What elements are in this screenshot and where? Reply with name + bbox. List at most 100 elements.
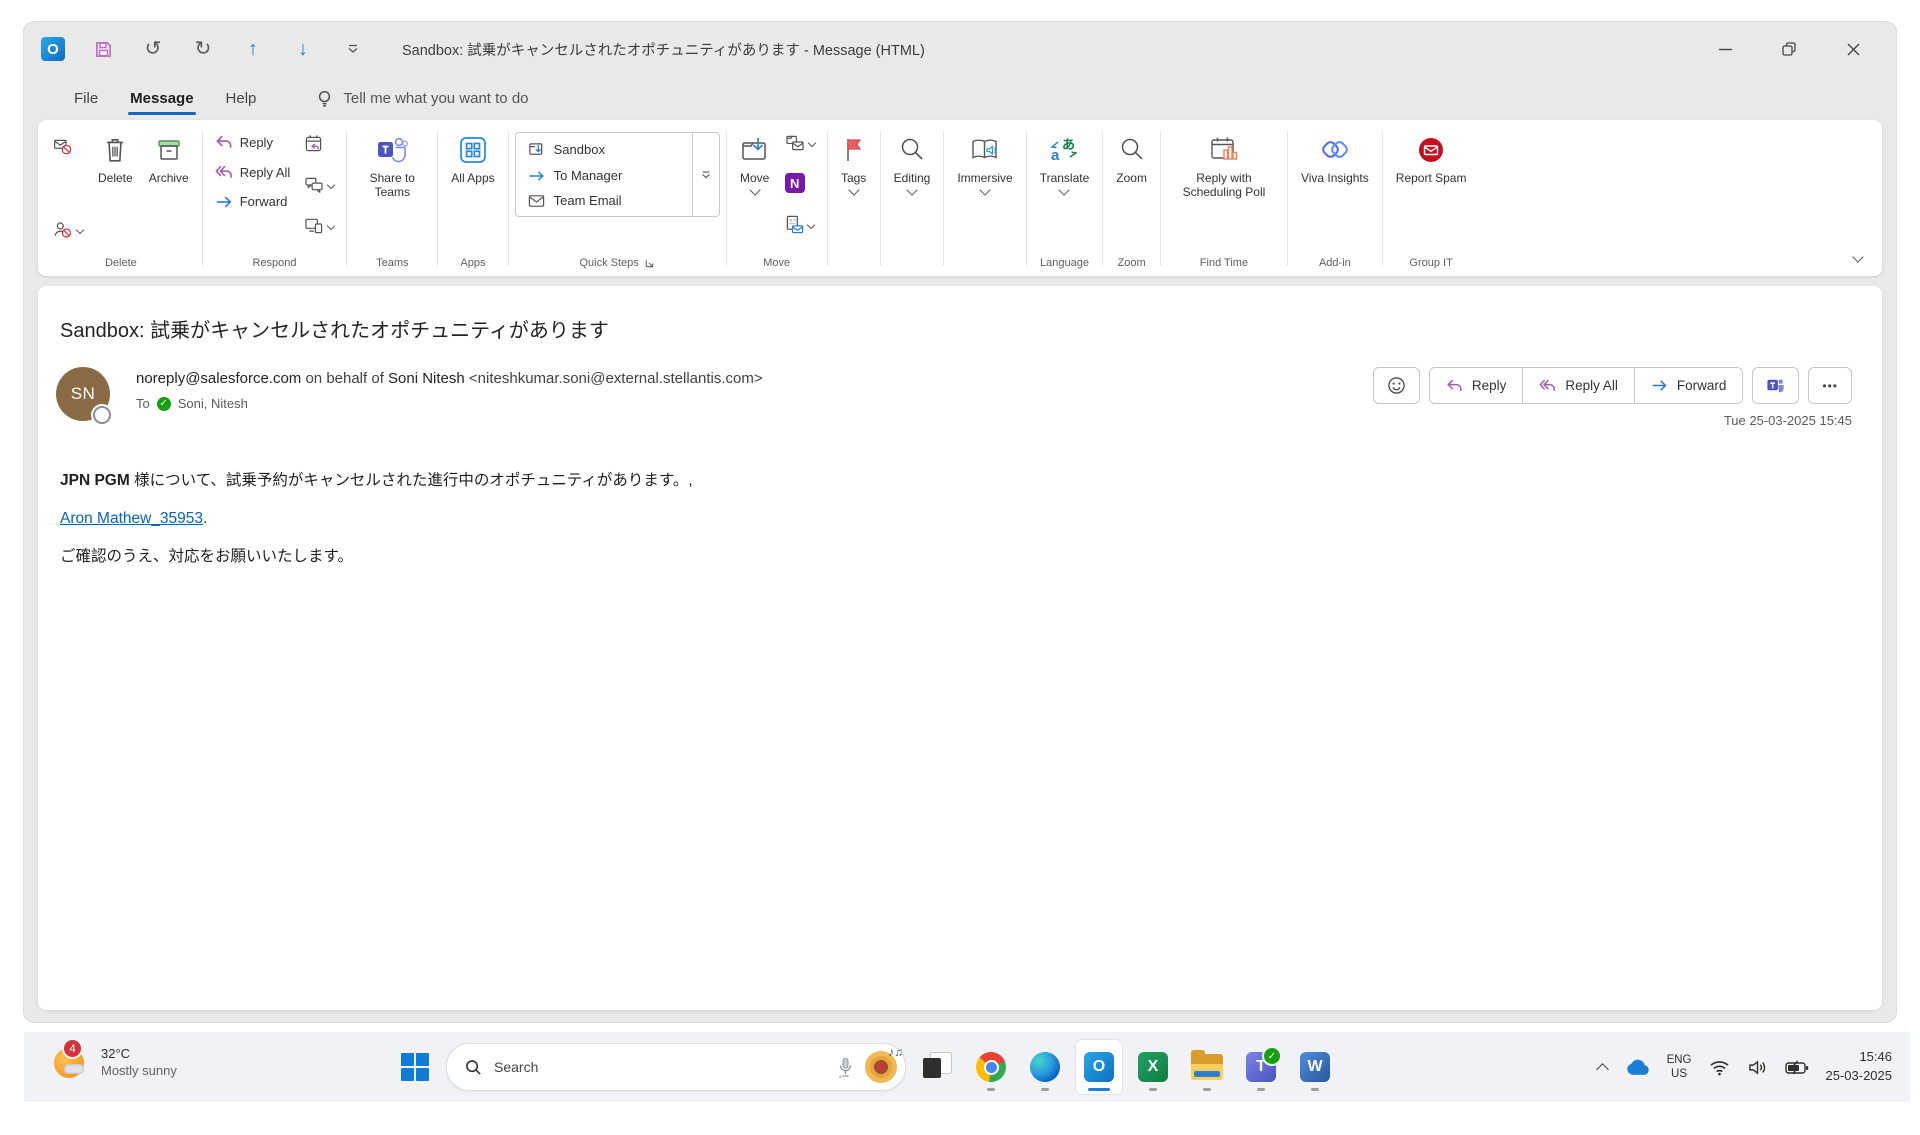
ribbon-group-delete: Delete Archive Delete <box>40 124 202 276</box>
sender-name[interactable]: Soni Nitesh <box>388 370 465 387</box>
sender-address: <niteshkumar.soni@external.stellantis.co… <box>465 370 763 387</box>
more-actions-button[interactable]: ••• <box>1808 367 1852 404</box>
sender-avatar[interactable]: SN <box>56 367 110 421</box>
wifi-icon[interactable] <box>1709 1059 1730 1076</box>
message-pane: Sandbox: 試乗がキャンセルされたオポチュニティがあります SN nore… <box>38 286 1882 1010</box>
report-spam-button[interactable]: Report Spam <box>1389 126 1474 187</box>
zoom-button[interactable]: Zoom <box>1109 126 1154 187</box>
emoji-reaction-button[interactable] <box>1373 367 1420 404</box>
undo-icon[interactable]: ↺ <box>140 36 166 62</box>
group-label-editing <box>887 250 938 276</box>
share-to-teams-action-button[interactable] <box>1752 367 1799 404</box>
dialog-launcher-icon[interactable] <box>644 258 655 269</box>
group-label-apps: Apps <box>444 250 501 276</box>
tab-file[interactable]: File <box>58 82 114 115</box>
forward-icon <box>1651 379 1668 392</box>
tab-help[interactable]: Help <box>210 82 273 115</box>
language-indicator[interactable]: ENG US <box>1667 1053 1692 1082</box>
rules-icon[interactable] <box>781 132 819 153</box>
next-item-icon[interactable]: ↓ <box>290 36 316 62</box>
close-button[interactable] <box>1836 34 1870 64</box>
meeting-icon[interactable] <box>300 132 338 155</box>
taskbar-edge-button[interactable] <box>1022 1040 1068 1094</box>
group-label-tags <box>834 250 874 276</box>
body-line-3: ご確認のうえ、対応をお願いいたします。 <box>60 538 1852 576</box>
search-icon <box>465 1059 482 1076</box>
arrow-right-icon <box>528 170 545 182</box>
reply-all-action-button[interactable]: Reply All <box>1522 368 1634 403</box>
tray-overflow-chevron-icon[interactable] <box>1596 1063 1609 1076</box>
reply-icon <box>1446 378 1463 393</box>
group-label-language: Language <box>1033 250 1097 276</box>
magnifier-icon <box>898 132 926 168</box>
group-label-move: Move <box>733 250 821 276</box>
reply-button[interactable]: Reply <box>209 130 297 154</box>
taskbar-word-button[interactable]: W <box>1292 1040 1338 1094</box>
taskbar-outlook-button[interactable]: O <box>1076 1040 1122 1094</box>
all-apps-button[interactable]: All Apps <box>444 126 501 187</box>
block-sender-icon[interactable] <box>48 217 87 242</box>
minimize-button[interactable] <box>1708 34 1742 64</box>
tab-message[interactable]: Message <box>114 82 209 115</box>
forward-action-button[interactable]: Forward <box>1634 368 1743 403</box>
quick-step-sandbox[interactable]: Sandbox <box>518 136 690 163</box>
taskbar: 4 32°C Mostly sunny Search ♪♫ <box>24 1032 1910 1102</box>
delete-button[interactable]: Delete <box>91 126 140 187</box>
task-view-button[interactable] <box>914 1040 960 1094</box>
tray-date: 25-03-2025 <box>1826 1067 1893 1086</box>
reply-all-button[interactable]: Reply All <box>209 160 297 184</box>
reply-action-button[interactable]: Reply <box>1430 368 1523 403</box>
quick-step-team-email[interactable]: Team Email <box>518 188 690 213</box>
from-email[interactable]: noreply@salesforce.com <box>136 370 301 387</box>
excel-icon: X <box>1138 1052 1168 1082</box>
collapse-ribbon-button[interactable] <box>1854 248 1862 266</box>
archive-icon <box>155 132 183 168</box>
viva-insights-button[interactable]: Viva Insights <box>1294 126 1376 187</box>
start-button[interactable] <box>392 1040 438 1094</box>
message-actions: Reply Reply All Forward <box>1373 367 1852 428</box>
tags-button[interactable]: Tags <box>834 126 874 196</box>
quick-steps-more-button[interactable] <box>692 133 719 216</box>
move-button[interactable]: Move <box>733 126 777 196</box>
quick-step-to-manager[interactable]: To Manager <box>518 163 690 188</box>
forward-devices-icon[interactable] <box>300 214 338 236</box>
microphone-icon <box>838 1057 853 1078</box>
editing-button[interactable]: Editing <box>887 126 938 196</box>
tell-me-search[interactable]: Tell me what you want to do <box>316 89 528 108</box>
save-icon[interactable] <box>90 36 116 62</box>
ignore-icon[interactable] <box>48 134 87 159</box>
customize-qat-icon[interactable] <box>340 36 366 62</box>
onedrive-icon[interactable] <box>1624 1059 1650 1076</box>
taskbar-file-explorer-button[interactable] <box>1184 1040 1230 1094</box>
weather-widget[interactable]: 4 32°C Mostly sunny <box>52 1042 177 1082</box>
previous-item-icon[interactable]: ↑ <box>240 36 266 62</box>
group-label-find-time: Find Time <box>1167 250 1281 276</box>
taskbar-teams-button[interactable]: T ✓ <box>1238 1040 1284 1094</box>
body-line-2: Aron Mathew_35953. <box>60 500 1852 538</box>
opportunity-link[interactable]: Aron Mathew_35953 <box>60 510 203 527</box>
onenote-icon[interactable]: N <box>781 171 819 195</box>
battery-icon[interactable] <box>1785 1060 1809 1075</box>
recipient-name[interactable]: Soni, Nitesh <box>178 396 248 411</box>
quick-steps-gallery: Sandbox To Manager Team Em <box>515 132 720 217</box>
ribbon: Delete Archive Delete <box>38 120 1882 276</box>
volume-icon[interactable] <box>1747 1059 1768 1076</box>
archive-button[interactable]: Archive <box>142 126 196 187</box>
reply-all-icon <box>1539 378 1556 393</box>
scheduling-poll-button[interactable]: Reply with Scheduling Poll <box>1167 126 1281 202</box>
search-placeholder: Search <box>494 1059 826 1075</box>
taskbar-excel-button[interactable]: X <box>1130 1040 1176 1094</box>
chat-reply-icon[interactable] <box>300 174 338 195</box>
translate-button[interactable]: aあ Translate <box>1033 126 1097 196</box>
forward-button[interactable]: Forward <box>209 190 297 213</box>
immersive-button[interactable]: Immersive <box>950 126 1019 196</box>
report-spam-icon <box>1416 132 1446 168</box>
restore-button[interactable] <box>1772 34 1806 64</box>
search-input[interactable]: Search ♪♫ <box>446 1043 906 1091</box>
clock[interactable]: 15:46 25-03-2025 <box>1826 1048 1893 1086</box>
redo-icon[interactable]: ↻ <box>190 36 216 62</box>
actions-icon[interactable] <box>781 213 819 236</box>
chevron-down-icon <box>327 181 335 189</box>
share-to-teams-button[interactable]: Share to Teams <box>353 126 431 202</box>
taskbar-chrome-button[interactable] <box>968 1040 1014 1094</box>
